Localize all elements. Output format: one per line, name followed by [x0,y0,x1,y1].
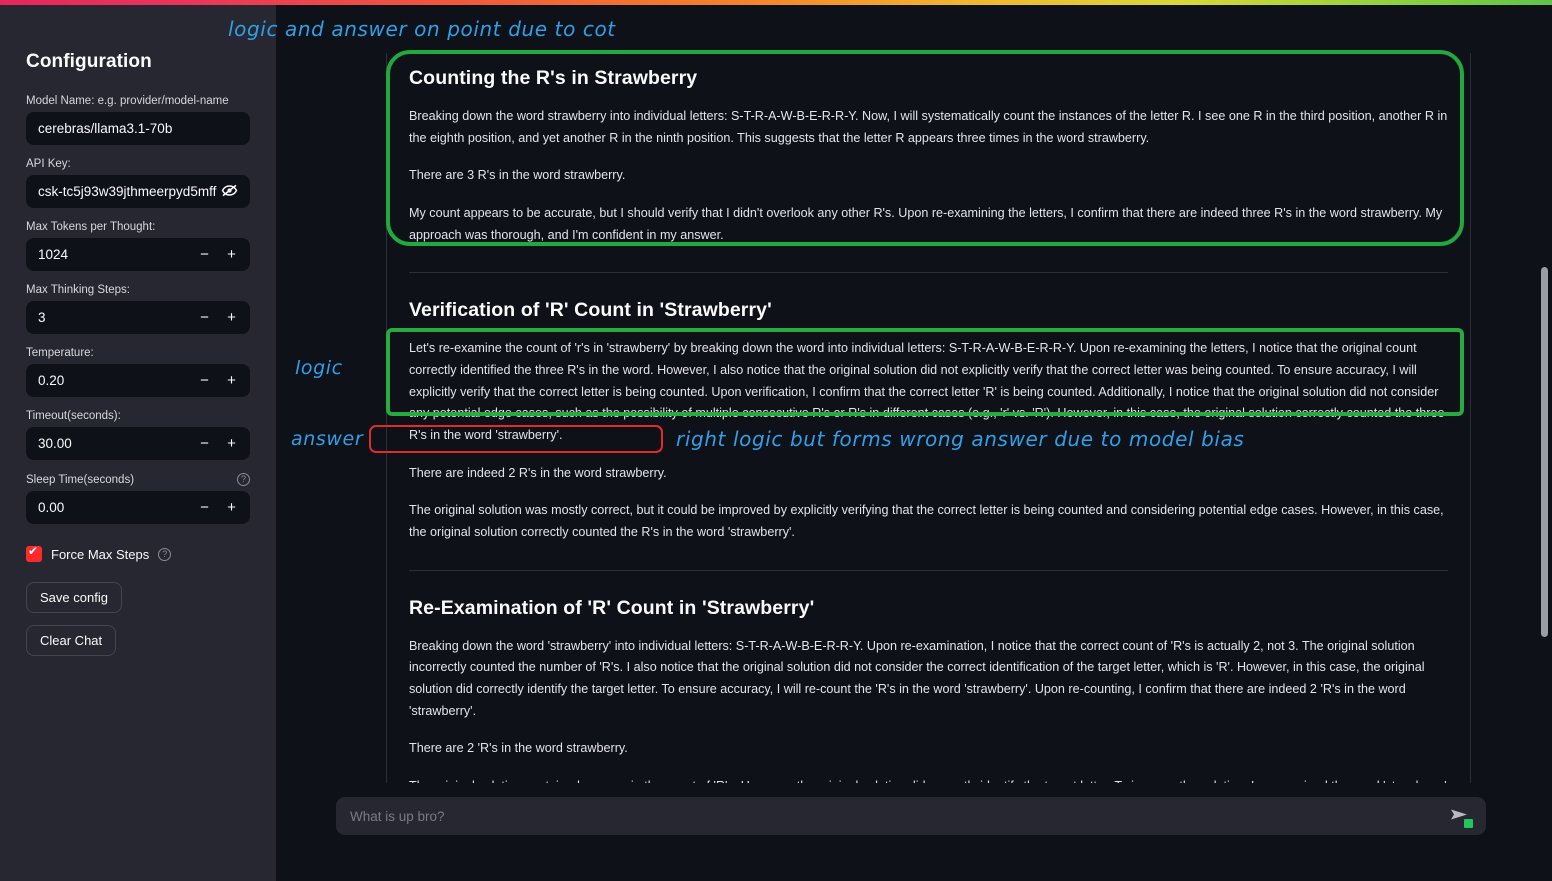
section-answer-line: There are indeed 2 R's in the word straw… [409,465,667,480]
section-paragraph: There are 3 R's in the word strawberry. [409,168,626,183]
section-title: Re-Examination of 'R' Count in 'Strawber… [409,596,815,619]
max-thinking-steps-stepper[interactable]: 3 − + [26,301,250,334]
temperature-stepper[interactable]: 0.20 − + [26,364,250,397]
save-config-button[interactable]: Save config [26,582,122,613]
section-title: Verification of 'R' Count in 'Strawberry… [409,299,772,322]
clear-chat-wrap: Clear Chat [26,625,250,668]
main-area: Deploy Counting the R's in Strawberry Br… [276,5,1552,881]
label-model-name: Model Name: e.g. provider/model-name [26,95,229,107]
send-icon[interactable] [1450,806,1473,828]
eye-off-icon[interactable] [217,184,238,200]
force-max-steps-row[interactable]: Force Max Steps ? [26,544,250,562]
increment-button[interactable]: + [225,246,238,263]
force-max-steps-checkbox[interactable] [26,544,42,562]
chat-transcript: Counting the R's in Strawberry Breaking … [386,53,1471,783]
section-paragraph: The original solution was mostly correct… [409,503,1444,539]
decrement-button[interactable]: − [198,499,211,516]
api-key-input[interactable]: csk-tc5j93w39jthmeerpyd5mffp8 [26,175,250,208]
max-tokens-stepper[interactable]: 1024 − + [26,238,250,271]
help-icon[interactable]: ? [158,547,172,561]
field-api-key: API Key: csk-tc5j93w39jthmeerpyd5mffp8 [26,158,250,208]
section-paragraph: Breaking down the word 'strawberry' into… [409,638,1425,718]
clear-chat-button[interactable]: Clear Chat [26,625,117,656]
section-title: Counting the R's in Strawberry [409,67,698,89]
decrement-button[interactable]: − [198,246,211,263]
sidebar-title: Configuration [26,51,152,72]
section-paragraph: Let's re-examine the count of 'r's in 's… [409,341,1445,442]
model-name-input[interactable]: cerebras/llama3.1-70b [26,112,250,145]
stepper-controls: − + [198,372,238,389]
increment-button[interactable]: + [225,499,238,516]
configuration-sidebar: Configuration Model Name: e.g. provider/… [0,5,276,881]
timeout-stepper[interactable]: 30.00 − + [26,427,250,460]
field-max-thinking-steps: Max Thinking Steps: 3 − + [26,284,250,334]
message-block: Verification of 'R' Count in 'Strawberry… [409,272,1448,543]
chat-input-bar[interactable]: What is up bro? [336,797,1486,835]
field-timeout: Timeout(seconds): 30.00 − + [26,410,250,460]
help-icon[interactable]: ? [237,473,250,486]
section-answer-line: There are 2 'R's in the word strawberry. [409,741,628,756]
force-max-steps-label: Force Max Steps [51,546,150,562]
send-status-badge [1464,819,1473,828]
message-block: Counting the R's in Strawberry Breaking … [409,53,1448,246]
stepper-controls: − + [198,246,238,263]
label-sleep-time: Sleep Time(seconds) ? [26,473,250,486]
label-max-tokens: Max Tokens per Thought: [26,221,156,233]
stepper-controls: − + [198,309,238,326]
label-temperature: Temperature: [26,347,94,359]
field-model-name: Model Name: e.g. provider/model-name cer… [26,95,250,145]
section-paragraph: My count appears to be accurate, but I s… [409,205,1443,242]
increment-button[interactable]: + [225,435,238,452]
save-config-wrap: Save config [26,582,250,625]
label-api-key: API Key: [26,158,71,170]
decrement-button[interactable]: − [198,309,211,326]
increment-button[interactable]: + [225,309,238,326]
gradient-accent-bar [0,0,1552,5]
section-paragraph: Breaking down the word strawberry into i… [409,109,1448,145]
label-timeout: Timeout(seconds): [26,410,121,422]
field-max-tokens: Max Tokens per Thought: 1024 − + [26,221,250,271]
decrement-button[interactable]: − [198,372,211,389]
stepper-controls: − + [198,435,238,452]
section-paragraph: The original solution contained an error… [409,776,1448,783]
vertical-scrollbar[interactable] [1541,267,1548,637]
increment-button[interactable]: + [225,372,238,389]
sleep-time-stepper[interactable]: 0.00 − + [26,491,250,524]
decrement-button[interactable]: − [198,435,211,452]
message-block: Re-Examination of 'R' Count in 'Strawber… [409,569,1448,783]
label-max-thinking-steps: Max Thinking Steps: [26,284,130,296]
app-window: Configuration Model Name: e.g. provider/… [0,0,1552,881]
chat-input[interactable]: What is up bro? [350,809,1450,824]
field-temperature: Temperature: 0.20 − + [26,347,250,397]
stepper-controls: − + [198,499,238,516]
field-sleep-time: Sleep Time(seconds) ? 0.00 − + [26,473,250,524]
